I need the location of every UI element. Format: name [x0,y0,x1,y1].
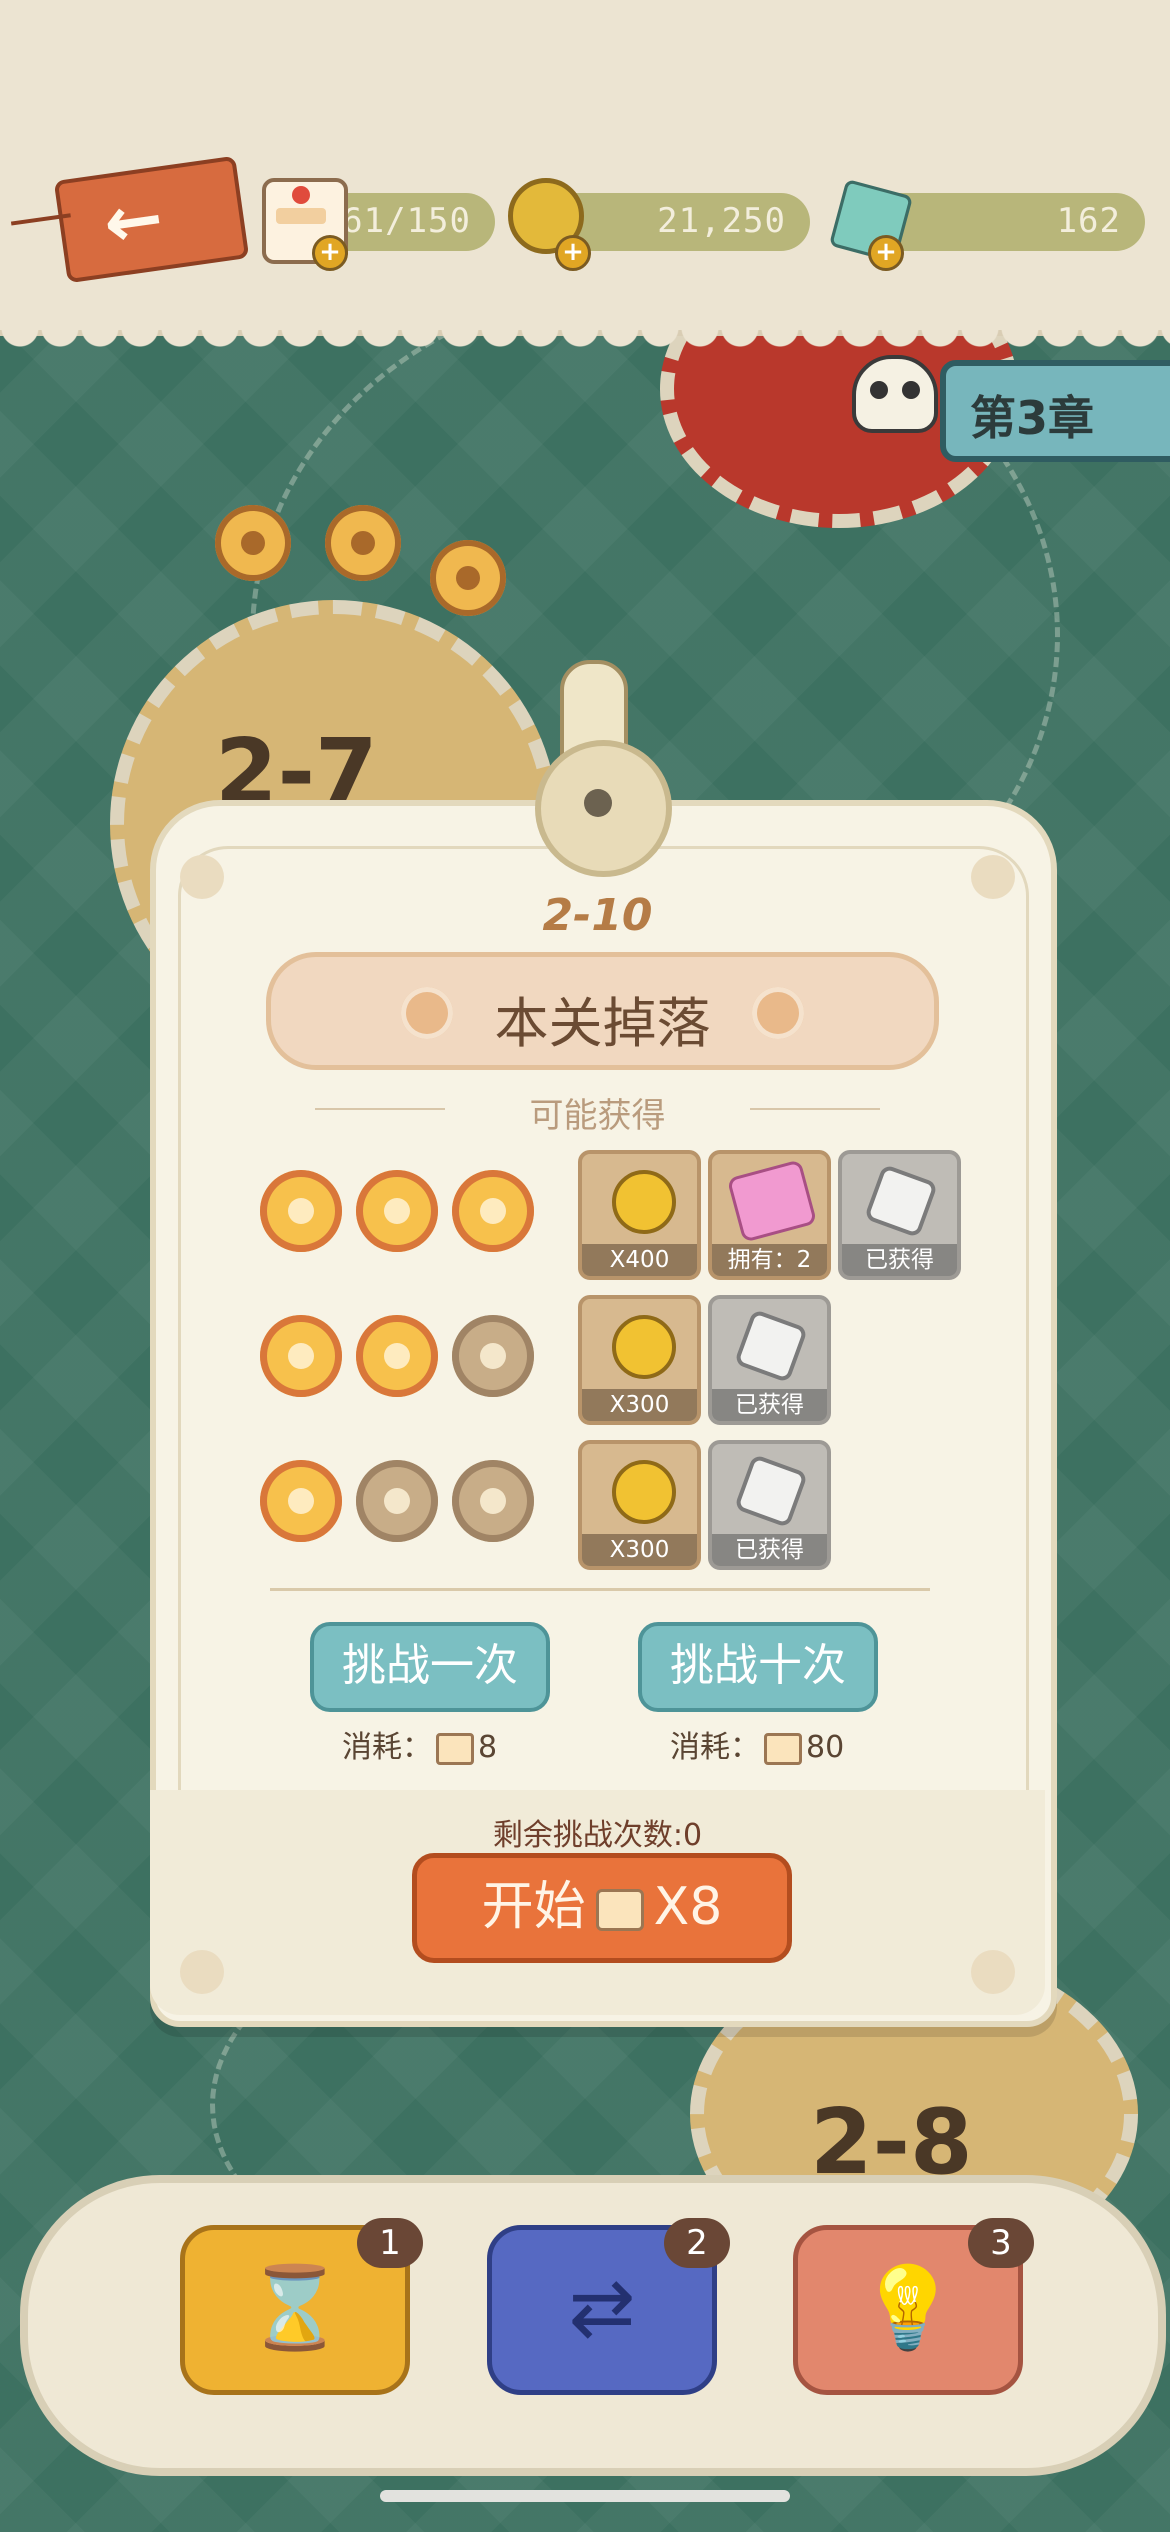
flower-star-icon [260,1170,342,1252]
reward-label: X400 [582,1244,697,1276]
reward-tile[interactable]: X400 [578,1150,701,1280]
gem-value: 162 [1056,201,1121,241]
reward-row-1-star: X300 已获得 [260,1440,960,1570]
level-drop-dialog: 2-10 本关掉落 可能获得 X400 拥有：2 已获得 X300 已获得 X3… [150,660,1057,2027]
add-stamina-button[interactable]: + [312,235,348,271]
map-flower-icon [215,505,291,581]
remaining-attempts: 剩余挑战次数:0 [492,1818,703,1853]
shuffle-icon: ⇄ [568,2261,636,2354]
cost-label: 消耗： [342,1730,432,1765]
title-banner: 本关掉落 [266,952,939,1070]
cost-label: 消耗： [670,1730,760,1765]
coin-icon [612,1315,676,1379]
flower-star-icon [452,1170,534,1252]
start-button[interactable]: 开始 X8 [412,1853,792,1963]
flower-star-icon [356,1315,438,1397]
reward-row-2-stars: X300 已获得 [260,1295,960,1425]
flower-star-empty-icon [452,1460,534,1542]
gem-icon [733,1308,809,1384]
reward-label: 已获得 [712,1534,827,1566]
dialog-subtitle: 可能获得 [529,1096,666,1136]
challenge-ten-button[interactable]: 挑战十次 [638,1622,878,1712]
coin-icon [612,1170,676,1234]
reward-tile[interactable]: X300 [578,1295,701,1425]
reward-tile[interactable]: 拥有：2 [708,1150,831,1280]
cost-value: 8 [478,1730,498,1765]
booster-count-badge: 2 [664,2218,730,2268]
section-divider [270,1588,930,1591]
flower-star-empty-icon [356,1460,438,1542]
hourglass-icon: ⌛ [245,2261,345,2354]
left-arrow-icon: ← [98,175,169,266]
skull-icon [852,355,938,433]
coin-value: 21,250 [657,201,786,241]
gem-icon [863,1163,939,1239]
reward-tile[interactable]: 已获得 [708,1295,831,1425]
lightbulb-icon: 💡 [858,2261,958,2354]
challenge-once-button[interactable]: 挑战一次 [310,1622,550,1712]
dialog-title: 本关掉落 [494,992,711,1055]
challenge-ten-cost: 消耗： 80 [670,1722,844,1766]
reward-label: X300 [582,1389,697,1421]
reward-label: 拥有：2 [712,1244,827,1276]
start-cost: X8 [653,1877,723,1937]
stamina-value: 61/150 [342,201,471,241]
challenge-once-cost: 消耗： 8 [342,1722,497,1766]
reward-tile[interactable]: X300 [578,1440,701,1570]
map-flower-icon [325,505,401,581]
gem-icon [733,1453,809,1529]
cake-icon [436,1732,474,1765]
reward-label: X300 [582,1534,697,1566]
corner-flower-icon [971,1950,1015,1994]
subtitle-divider [750,1108,880,1110]
reward-label: 已获得 [842,1244,957,1276]
add-coins-button[interactable]: + [555,235,591,271]
chapter-text: 第3章 [970,391,1095,445]
cake-icon [764,1732,802,1765]
flower-star-icon [260,1460,342,1542]
coin-icon [612,1460,676,1524]
booster-count-badge: 1 [357,2218,423,2268]
hang-ring-icon [535,740,672,877]
cost-value: 80 [806,1730,845,1765]
flower-star-icon [260,1315,342,1397]
start-label: 开始 [481,1877,586,1937]
reward-row-3-stars: X400 拥有：2 已获得 [260,1150,961,1280]
reward-tile[interactable]: 已获得 [838,1150,961,1280]
flower-icon [752,987,804,1039]
map-flower-icon [430,540,506,616]
corner-flower-icon [180,1950,224,1994]
booster-count-badge: 3 [968,2218,1034,2268]
reward-tile[interactable]: 已获得 [708,1440,831,1570]
home-indicator[interactable] [380,2490,790,2502]
add-gems-button[interactable]: + [868,235,904,271]
ribbon-icon [726,1159,818,1243]
chapter-label[interactable]: 第3章 [940,360,1170,462]
flower-star-icon [356,1170,438,1252]
cake-icon [595,1889,644,1931]
reward-label: 已获得 [712,1389,827,1421]
level-number: 2-10 [542,890,653,941]
flower-star-empty-icon [452,1315,534,1397]
